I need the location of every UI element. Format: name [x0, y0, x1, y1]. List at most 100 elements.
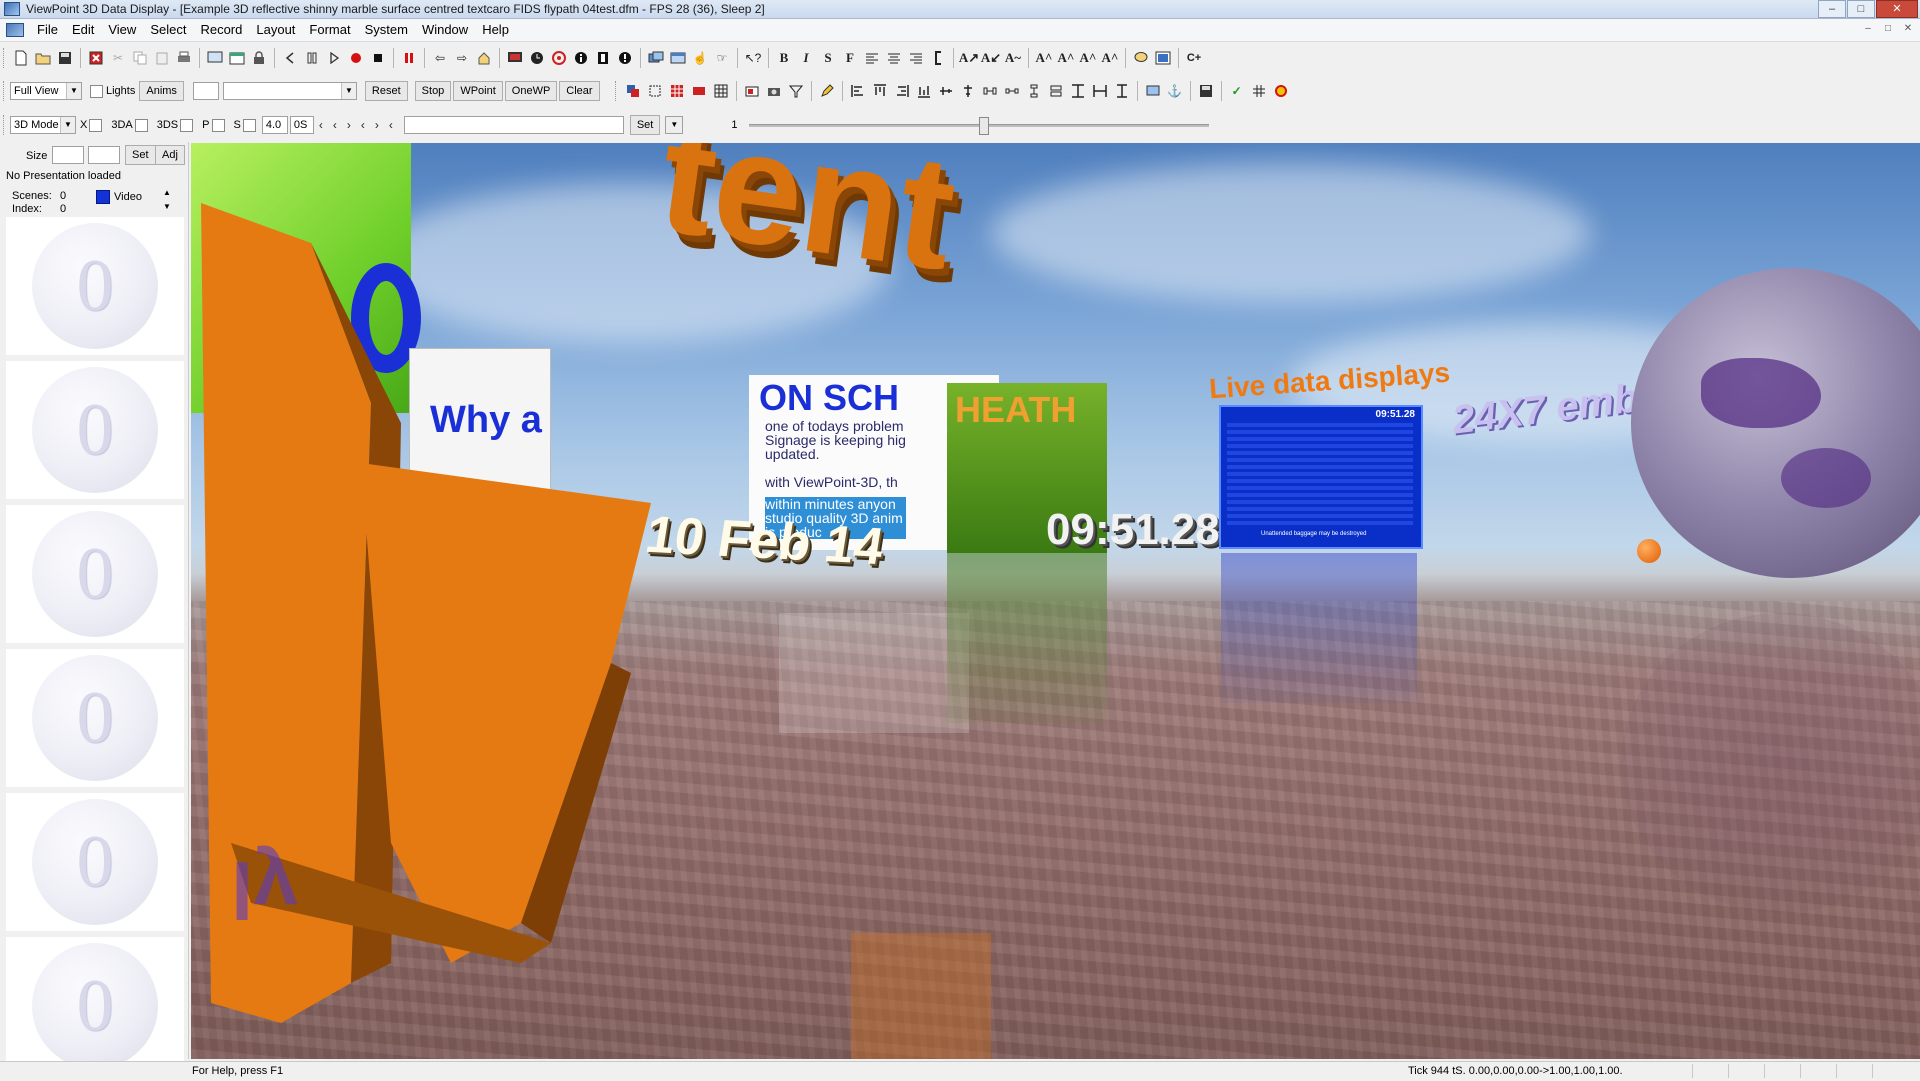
- layers-icon[interactable]: [622, 80, 644, 102]
- close-button[interactable]: ✕: [1876, 0, 1918, 18]
- film-icon[interactable]: [592, 47, 614, 69]
- step-back-icon[interactable]: [279, 47, 301, 69]
- pencil-icon[interactable]: [816, 80, 838, 102]
- alert-icon[interactable]: [614, 47, 636, 69]
- anchor-icon[interactable]: ⚓: [1164, 80, 1186, 102]
- select-frame-icon[interactable]: [644, 80, 666, 102]
- font-size-down-icon[interactable]: A↙: [980, 47, 1002, 69]
- play-icon[interactable]: [323, 47, 345, 69]
- counter-select[interactable]: ▼: [665, 116, 684, 134]
- align-objects-left-icon[interactable]: [847, 80, 869, 102]
- open-folder-icon[interactable]: [32, 47, 54, 69]
- center-vertical-icon[interactable]: [957, 80, 979, 102]
- record-icon[interactable]: [345, 47, 367, 69]
- menu-view[interactable]: View: [101, 19, 143, 41]
- screen-capture-icon[interactable]: [1142, 80, 1164, 102]
- hand-icon[interactable]: ☝: [689, 47, 711, 69]
- save-layout-icon[interactable]: [1195, 80, 1217, 102]
- nav-last-icon[interactable]: ‹: [356, 114, 370, 136]
- mode-select[interactable]: 3D Mode ▼: [10, 116, 76, 134]
- ring-icon[interactable]: [1270, 80, 1292, 102]
- crosshair-icon[interactable]: [1248, 80, 1270, 102]
- check-icon[interactable]: ✓: [1226, 80, 1248, 102]
- p-checkbox[interactable]: P: [202, 118, 227, 132]
- arrow-right-icon[interactable]: ⇨: [451, 47, 473, 69]
- wpoint-button[interactable]: WPoint: [453, 81, 503, 101]
- paste-icon[interactable]: [151, 47, 173, 69]
- scene-thumbnail[interactable]: 0: [6, 217, 184, 355]
- maximize-button[interactable]: □: [1847, 0, 1875, 18]
- copy-icon[interactable]: [129, 47, 151, 69]
- text-vertical-icon[interactable]: [927, 47, 949, 69]
- nav-first-icon[interactable]: ‹: [314, 114, 328, 136]
- document-icon[interactable]: [6, 23, 24, 37]
- clock-icon[interactable]: [526, 47, 548, 69]
- gallery-icon[interactable]: [645, 47, 667, 69]
- mdi-close-button[interactable]: ✕: [1900, 22, 1916, 36]
- scene-thumbnail[interactable]: 0: [6, 505, 184, 643]
- menu-record[interactable]: Record: [193, 19, 249, 41]
- pause-icon[interactable]: [301, 47, 323, 69]
- speech-icon[interactable]: [1130, 47, 1152, 69]
- target-icon[interactable]: [548, 47, 570, 69]
- stop-button[interactable]: Stop: [414, 81, 452, 101]
- align-right-icon[interactable]: [905, 47, 927, 69]
- speed-input[interactable]: 4.0: [261, 116, 288, 134]
- equal-width-icon[interactable]: [1045, 80, 1067, 102]
- new-file-icon[interactable]: [10, 47, 32, 69]
- pause-red-icon[interactable]: [398, 47, 420, 69]
- filter-icon[interactable]: [785, 80, 807, 102]
- spin-down-icon[interactable]: ▼: [160, 200, 174, 214]
- 3d-viewport[interactable]: Why a ly tent ON SCH one of todays probl…: [191, 143, 1920, 1059]
- grid-red-icon[interactable]: [666, 80, 688, 102]
- font-button[interactable]: F: [839, 47, 861, 69]
- 3da-checkbox[interactable]: 3DA: [111, 118, 150, 132]
- onewp-button[interactable]: OneWP: [504, 81, 558, 101]
- save-icon[interactable]: [54, 47, 76, 69]
- menu-select[interactable]: Select: [143, 19, 193, 41]
- space-horizontal-icon[interactable]: [979, 80, 1001, 102]
- center-horizontal-icon[interactable]: [935, 80, 957, 102]
- screen-icon[interactable]: [204, 47, 226, 69]
- align-objects-top-icon[interactable]: [869, 80, 891, 102]
- paint-icon[interactable]: [741, 80, 763, 102]
- align-objects-right-icon[interactable]: [891, 80, 913, 102]
- clear-button[interactable]: Clear: [559, 81, 600, 101]
- reset-button[interactable]: Reset: [364, 81, 408, 101]
- menu-format[interactable]: Format: [302, 19, 357, 41]
- 3ds-checkbox[interactable]: 3DS: [157, 118, 196, 132]
- custom-button[interactable]: C+: [1183, 47, 1205, 69]
- menu-edit[interactable]: Edit: [65, 19, 101, 41]
- grid-icon[interactable]: [710, 80, 732, 102]
- nav-prev-icon[interactable]: ‹: [328, 114, 342, 136]
- lock-icon[interactable]: [248, 47, 270, 69]
- space-vertical-icon[interactable]: [1023, 80, 1045, 102]
- monitor-icon[interactable]: [504, 47, 526, 69]
- home-icon[interactable]: [473, 47, 495, 69]
- print-icon[interactable]: [173, 47, 195, 69]
- nav-step-icon[interactable]: ›: [370, 114, 384, 136]
- stop-icon[interactable]: [367, 47, 389, 69]
- text-effect-2-icon[interactable]: A^: [1055, 47, 1077, 69]
- size-width-input[interactable]: [52, 146, 84, 164]
- italic-button[interactable]: I: [795, 47, 817, 69]
- view-select[interactable]: Full View ▼: [10, 82, 82, 100]
- text-effect-1-icon[interactable]: A^: [1033, 47, 1055, 69]
- preset-select[interactable]: ▼: [222, 82, 357, 100]
- menu-system[interactable]: System: [358, 19, 415, 41]
- stretch-icon[interactable]: [1089, 80, 1111, 102]
- spin-up-icon[interactable]: ▲: [160, 186, 174, 200]
- size-height-input[interactable]: [88, 146, 120, 164]
- lights-checkbox[interactable]: Lights: [90, 84, 135, 98]
- camera-icon[interactable]: [763, 80, 785, 102]
- bold-button[interactable]: B: [773, 47, 795, 69]
- timeline-slider[interactable]: [749, 115, 1210, 135]
- font-size-up-icon[interactable]: A↗: [958, 47, 980, 69]
- mdi-restore-button[interactable]: □: [1880, 22, 1896, 36]
- equal-size-icon[interactable]: [1067, 80, 1089, 102]
- delay-input[interactable]: 0S: [289, 116, 314, 134]
- image-icon[interactable]: [1152, 47, 1174, 69]
- hand-pointer-icon[interactable]: ☞: [711, 47, 733, 69]
- align-objects-bottom-icon[interactable]: [913, 80, 935, 102]
- equal-height-icon[interactable]: [1111, 80, 1133, 102]
